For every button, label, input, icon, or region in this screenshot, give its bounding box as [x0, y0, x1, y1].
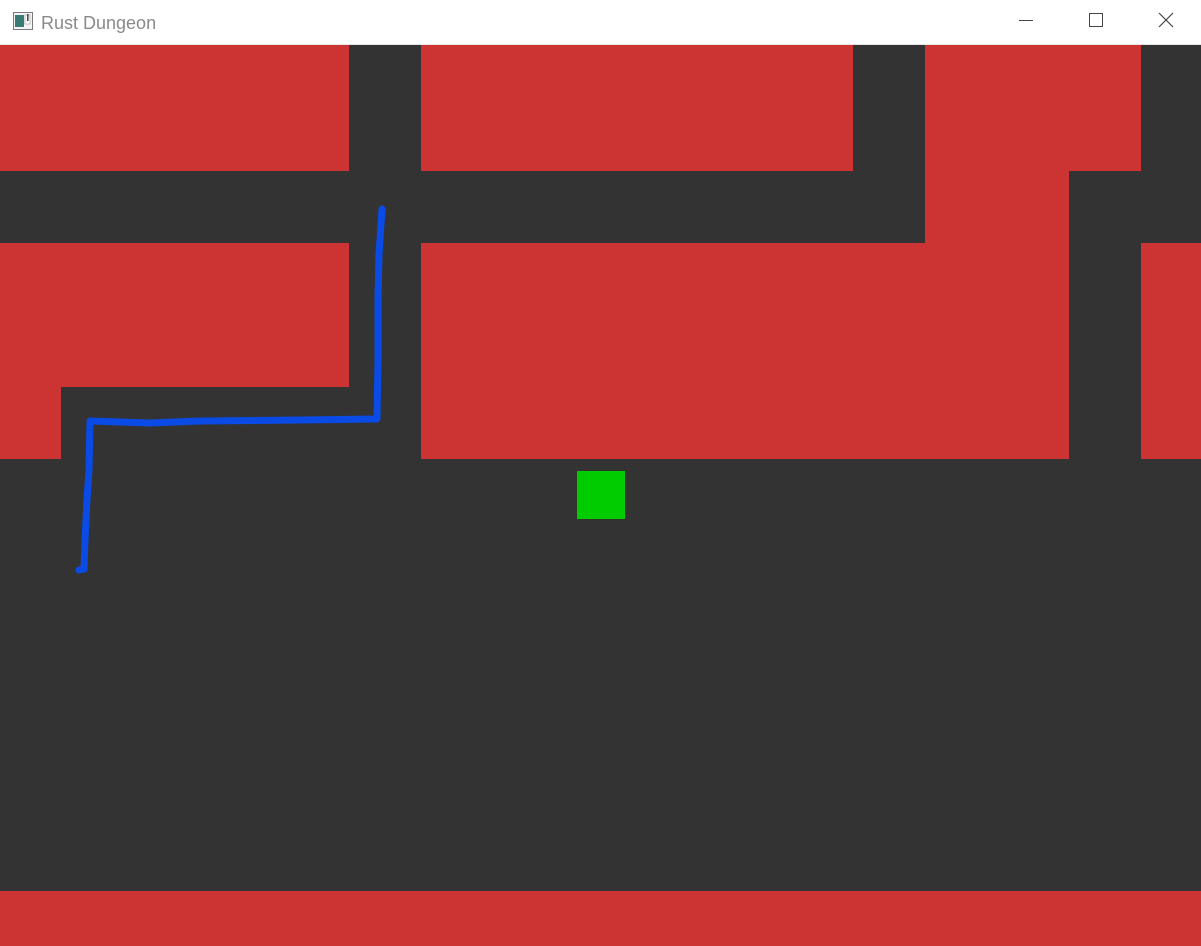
wall-block [0, 387, 61, 459]
maximize-icon [1088, 12, 1104, 33]
player-square [577, 471, 625, 519]
app-window-icon [13, 12, 33, 30]
wall-block [925, 45, 1141, 171]
wall-block [0, 891, 1201, 946]
wall-block [1141, 243, 1201, 459]
game-window: Rust Dungeon [0, 0, 1201, 946]
wall-block [0, 45, 349, 171]
wall-block [421, 243, 1069, 459]
window-title: Rust Dungeon [41, 13, 157, 33]
title-bar[interactable]: Rust Dungeon [0, 0, 1201, 45]
wall-block [421, 45, 853, 171]
close-button[interactable] [1131, 0, 1201, 45]
game-canvas[interactable] [0, 45, 1201, 946]
maximize-button[interactable] [1061, 0, 1131, 45]
wall-block [0, 243, 349, 387]
minimize-button[interactable] [991, 0, 1061, 45]
minimize-icon [1018, 12, 1034, 33]
dungeon-map [0, 45, 1201, 946]
wall-block [925, 171, 1069, 243]
close-icon [1157, 11, 1175, 34]
